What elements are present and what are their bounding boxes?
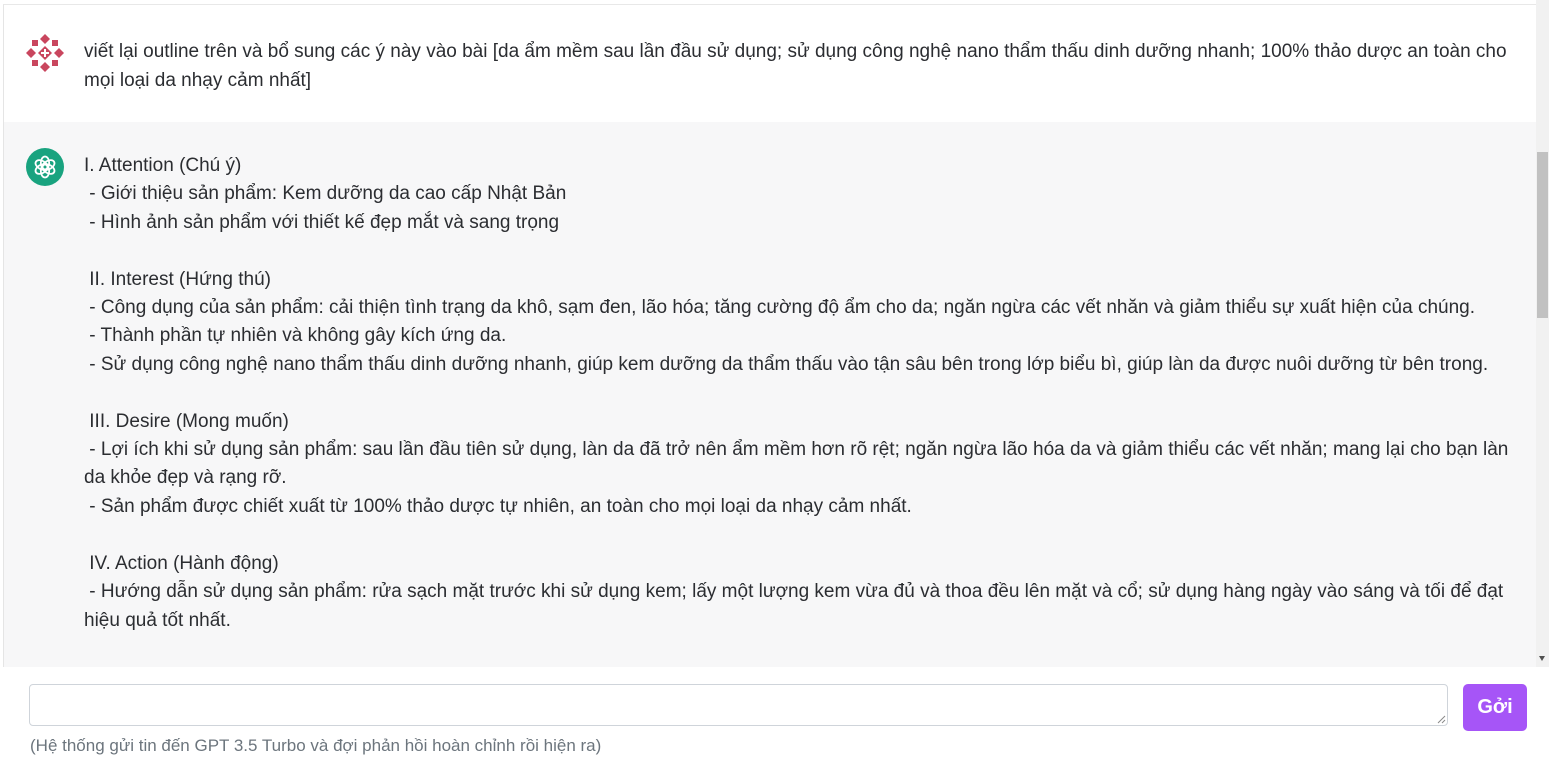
- composer-hint: (Hệ thống gửi tin đến GPT 3.5 Turbo và đ…: [30, 736, 602, 755]
- assistant-message-text: I. Attention (Chú ý) - Giới thiệu sản ph…: [84, 155, 1509, 631]
- scroll-down-arrow-icon[interactable]: [1539, 656, 1545, 661]
- user-message: viết lại outline trên và bổ sung các ý n…: [3, 4, 1536, 123]
- chat-scrollbar[interactable]: [1536, 0, 1549, 667]
- assistant-message: I. Attention (Chú ý) - Giới thiệu sản ph…: [3, 122, 1536, 667]
- scrollbar-thumb[interactable]: [1537, 152, 1548, 318]
- chat-area[interactable]: viết lại outline trên và bổ sung các ý n…: [0, 0, 1549, 667]
- message-input[interactable]: [29, 684, 1448, 726]
- send-button[interactable]: Gởi: [1463, 684, 1527, 731]
- openai-logo-icon: [26, 148, 64, 186]
- user-avatar-icon: [25, 33, 65, 73]
- user-message-text: viết lại outline trên và bổ sung các ý n…: [84, 41, 1512, 91]
- resize-grip-icon[interactable]: [1437, 715, 1446, 724]
- composer: Gởi (Hệ thống gửi tin đến GPT 3.5 Turbo …: [0, 667, 1549, 767]
